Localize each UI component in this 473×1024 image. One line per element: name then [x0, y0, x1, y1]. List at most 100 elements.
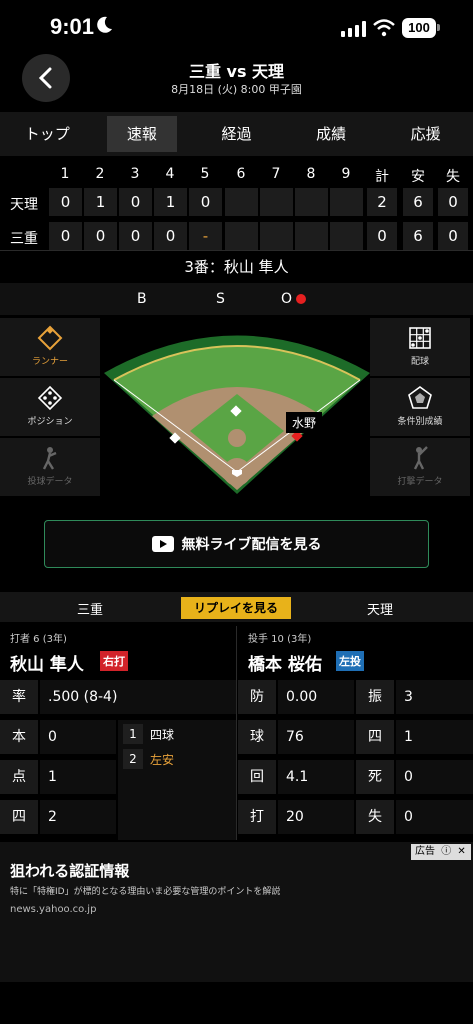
- baseball-field: [104, 335, 370, 494]
- tab-bar: トップ 速報 経過 成績 応援: [0, 112, 473, 156]
- total-errors: 0: [438, 188, 468, 216]
- scoreboard: 1 2 3 4 5 6 7 8 9 計 安 失 天理 0 1 0 1 0 2 6…: [0, 160, 473, 256]
- inning-header: 4: [165, 166, 175, 182]
- inning-score: 0: [119, 188, 152, 216]
- away-team-tab[interactable]: 天理: [367, 599, 393, 618]
- replay-button[interactable]: リプレイを見る: [181, 597, 291, 619]
- stat-label: 振: [356, 680, 394, 714]
- tab-top[interactable]: トップ: [0, 112, 95, 156]
- batter-name[interactable]: 秋山 隼人: [10, 650, 84, 675]
- inning-score: [330, 222, 363, 250]
- bso-count: B S O: [0, 283, 473, 315]
- info-icon: ⓘ: [441, 846, 452, 857]
- tab-stats[interactable]: 成績: [284, 112, 379, 156]
- stat-label: 回: [238, 760, 276, 794]
- position-button[interactable]: ポジション: [0, 378, 100, 436]
- stat-value: 1: [396, 720, 473, 754]
- ad-description: 特に「特権ID」が標的となる理由いま必要な管理のポイントを解説: [10, 887, 281, 897]
- runner-name-tag: 水野: [286, 412, 323, 433]
- status-bar: 9:01 100: [0, 0, 473, 58]
- inning-header: 3: [130, 166, 140, 182]
- total-hits: 6: [403, 222, 433, 250]
- inning-score: 1: [84, 188, 117, 216]
- tab-progress[interactable]: 経過: [189, 112, 284, 156]
- total-hits: 6: [403, 188, 433, 216]
- tab-label: 応援: [410, 125, 441, 143]
- live-stream-label: 無料ライブ配信を見る: [181, 537, 322, 553]
- inning-header: 5: [200, 166, 210, 182]
- batting-data-label: 打撃データ: [397, 477, 443, 487]
- out-label: O: [281, 291, 293, 307]
- at-bat-result: 四球: [150, 728, 175, 742]
- batter-header: 打者 6 (3年): [10, 634, 67, 645]
- status-time: 9:01: [50, 14, 95, 39]
- tab-label: 速報: [106, 116, 177, 152]
- current-batter: 3番：秋山 隼人: [184, 258, 289, 276]
- at-bat-result: 左安: [150, 753, 175, 767]
- total-runs: 2: [367, 188, 397, 216]
- inning-score: 0: [49, 188, 82, 216]
- inning-score: -: [189, 222, 222, 250]
- inning-header: 7: [271, 166, 281, 182]
- pitcher-hand-badge: 左投: [336, 651, 364, 671]
- strike-label: S: [216, 291, 225, 307]
- pentagon-icon: [408, 386, 432, 409]
- ad-badge[interactable]: 広告 ⓘ ✕: [411, 844, 471, 860]
- total-errors: 0: [438, 222, 468, 250]
- battery-tip: [437, 24, 440, 31]
- team-name: 三重: [10, 231, 38, 247]
- tab-live[interactable]: 速報: [95, 112, 190, 156]
- score-row: 三重 0 0 0 0 - 0 6 0: [0, 222, 473, 252]
- pitch-data-button[interactable]: 投球データ: [0, 438, 100, 496]
- stat-label: 失: [356, 800, 394, 834]
- total-header: 失: [446, 169, 460, 185]
- stat-label: 本: [0, 720, 38, 754]
- runner-button[interactable]: ランナー: [0, 318, 100, 376]
- split-stats-label: 条件別成績: [397, 417, 443, 427]
- stat-value: 0.00: [278, 680, 354, 714]
- total-header: 計: [375, 169, 389, 185]
- game-title: 三重 vs 天理: [188, 62, 285, 81]
- pitcher-icon: [42, 447, 57, 470]
- live-stream-button[interactable]: 無料ライブ配信を見る: [44, 520, 429, 568]
- pitch-pattern-button[interactable]: 配球: [370, 318, 470, 376]
- stat-value: 2: [40, 800, 116, 834]
- tab-label: 経過: [221, 125, 252, 143]
- inning-score: [295, 188, 328, 216]
- home-team-tab[interactable]: 三重: [77, 599, 103, 618]
- batter-hand-badge: 右打: [100, 651, 128, 671]
- at-bat-number: 2: [123, 749, 143, 769]
- inning-score: 0: [119, 222, 152, 250]
- pitcher-name[interactable]: 橋本 桜佑: [248, 650, 322, 675]
- team-name: 天理: [10, 197, 38, 213]
- divider: [236, 626, 237, 840]
- close-icon[interactable]: ✕: [457, 846, 465, 857]
- stat-value: 0: [396, 800, 473, 834]
- stat-value: .500 (8-4): [40, 680, 236, 714]
- split-stats-button[interactable]: 条件別成績: [370, 378, 470, 436]
- inning-score: [260, 222, 293, 250]
- total-runs: 0: [367, 222, 397, 250]
- stat-value: 0: [396, 760, 473, 794]
- ad-banner[interactable]: 広告 ⓘ ✕ 狙われる認証情報 特に「特権ID」が標的となる理由いま必要な管理の…: [0, 842, 473, 982]
- inning-header: 6: [236, 166, 246, 182]
- ad-domain: news.yahoo.co.jp: [10, 904, 97, 915]
- score-row: 天理 0 1 0 1 0 2 6 0: [0, 188, 473, 218]
- inning-header: 9: [341, 166, 351, 182]
- battery-indicator: 100: [402, 18, 436, 38]
- stat-label: 点: [0, 760, 38, 794]
- grid-icon: [409, 327, 431, 349]
- stat-label: 四: [0, 800, 38, 834]
- stat-label: 球: [238, 720, 276, 754]
- play-icon: [151, 536, 174, 552]
- tab-label: 成績: [316, 125, 347, 143]
- stat-value: 3: [396, 680, 473, 714]
- ad-label: 広告: [415, 846, 435, 857]
- ad-title: 狙われる認証情報: [10, 862, 130, 880]
- batting-data-button[interactable]: 打撃データ: [370, 438, 470, 496]
- inning-score: [330, 188, 363, 216]
- inning-header: 8: [306, 166, 316, 182]
- inning-score: [225, 222, 258, 250]
- inning-header: 1: [60, 166, 70, 182]
- tab-cheer[interactable]: 応援: [378, 112, 473, 156]
